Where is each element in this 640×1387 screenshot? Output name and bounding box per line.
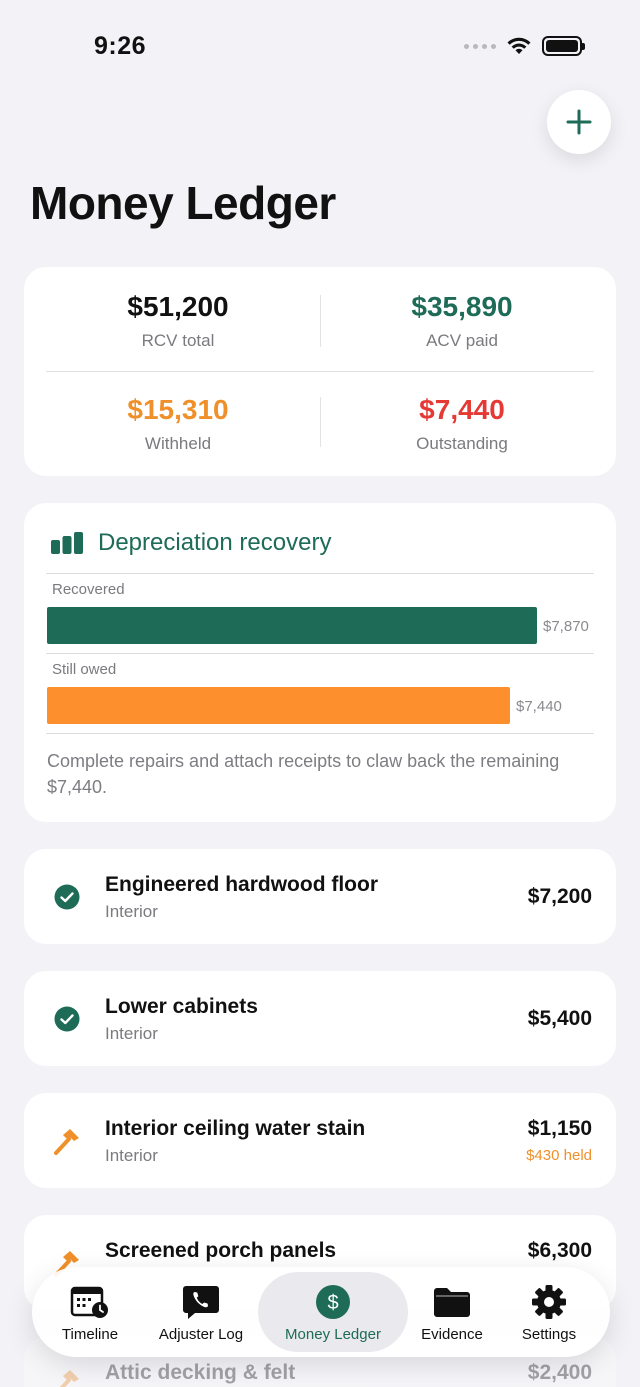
acv-paid-amount: $35,890 — [411, 291, 513, 322]
withheld-amount: $15,310 — [127, 394, 229, 425]
gear-icon — [529, 1282, 569, 1322]
tab-evidence[interactable]: Evidence — [412, 1267, 492, 1357]
depreciation-title: Depreciation recovery — [98, 529, 332, 556]
plus-icon — [566, 109, 592, 135]
status-bar: 9:26 — [0, 0, 640, 90]
calendar-clock-icon — [70, 1282, 110, 1322]
withheld-stat: $15,310 Withheld — [30, 394, 326, 454]
folder-icon — [432, 1282, 472, 1322]
tab-bar: Timeline Adjuster Log $ Money Ledger Evi… — [32, 1267, 610, 1357]
recovered-value: $7,870 — [543, 618, 589, 635]
item-amount: $1,150 — [527, 1117, 592, 1140]
line-item[interactable]: Engineered hardwood floor Interior $7,20… — [24, 849, 616, 944]
add-entry-button[interactable] — [547, 90, 611, 154]
item-amount: $6,300 — [527, 1239, 592, 1262]
item-amount: $2,400 — [527, 1361, 592, 1384]
page-title: Money Ledger — [30, 177, 336, 229]
check-circle-icon — [52, 1004, 82, 1034]
rcv-total-amount: $51,200 — [127, 291, 229, 322]
bar-chart-icon — [51, 532, 83, 554]
depreciation-card: Depreciation recovery Recovered $7,870 S… — [24, 503, 616, 822]
item-category: Interior — [105, 902, 158, 921]
cellular-signal-icon — [464, 43, 496, 49]
summary-card: $51,200 RCV total $35,890 ACV paid $15,3… — [24, 267, 616, 476]
dollar-circle-icon: $ — [313, 1282, 353, 1322]
tab-adjuster-log[interactable]: Adjuster Log — [150, 1267, 252, 1357]
battery-icon — [542, 36, 585, 56]
status-time: 9:26 — [94, 32, 147, 60]
tab-label: Money Ledger — [285, 1325, 381, 1343]
phone-bubble-icon — [181, 1282, 221, 1322]
tab-label: Adjuster Log — [158, 1325, 244, 1343]
item-amount: $5,400 — [527, 1007, 592, 1030]
item-category: Interior — [105, 1146, 158, 1165]
recovered-label: Recovered — [52, 581, 125, 598]
svg-text:$: $ — [327, 1292, 338, 1314]
line-item[interactable]: Interior ceiling water stain Interior $1… — [24, 1093, 616, 1188]
rcv-total-label: RCV total — [141, 331, 215, 350]
item-name: Screened porch panels — [105, 1239, 337, 1262]
item-name: Attic decking & felt — [105, 1361, 296, 1384]
item-name: Interior ceiling water stain — [105, 1117, 366, 1140]
still-owed-label: Still owed — [52, 661, 117, 678]
line-item[interactable]: Lower cabinets Interior $5,400 — [24, 971, 616, 1066]
item-amount: $7,200 — [527, 885, 592, 908]
divider — [46, 573, 594, 574]
depreciation-header: Depreciation recovery — [50, 529, 331, 557]
item-category: Interior — [105, 1024, 158, 1043]
still-owed-bar — [47, 687, 510, 724]
tab-money-ledger[interactable]: $ Money Ledger — [258, 1272, 408, 1352]
hammer-icon — [52, 1367, 82, 1387]
outstanding-stat: $7,440 Outstanding — [314, 394, 610, 454]
hammer-icon — [52, 1126, 82, 1156]
item-name: Engineered hardwood floor — [105, 873, 379, 896]
depreciation-note: Complete repairs and attach receipts to … — [47, 751, 560, 797]
tab-timeline[interactable]: Timeline — [46, 1267, 134, 1357]
wifi-icon — [507, 37, 531, 54]
recovered-bar — [47, 607, 537, 644]
divider — [46, 653, 594, 654]
check-circle-icon — [52, 882, 82, 912]
withheld-label: Withheld — [144, 434, 212, 453]
divider — [46, 371, 594, 372]
acv-paid-stat: $35,890 ACV paid — [314, 291, 610, 351]
item-held-amount: $430 held — [526, 1147, 592, 1164]
outstanding-label: Outstanding — [416, 434, 508, 453]
item-name: Lower cabinets — [105, 995, 258, 1018]
tab-settings[interactable]: Settings — [508, 1267, 590, 1357]
acv-paid-label: ACV paid — [426, 331, 498, 350]
outstanding-amount: $7,440 — [419, 394, 505, 425]
tab-label: Timeline — [61, 1325, 119, 1343]
tab-label: Settings — [521, 1325, 577, 1343]
still-owed-value: $7,440 — [516, 698, 562, 715]
tab-label: Evidence — [421, 1325, 483, 1343]
rcv-total-stat: $51,200 RCV total — [30, 291, 326, 351]
status-icons — [464, 36, 585, 56]
divider — [46, 733, 594, 734]
